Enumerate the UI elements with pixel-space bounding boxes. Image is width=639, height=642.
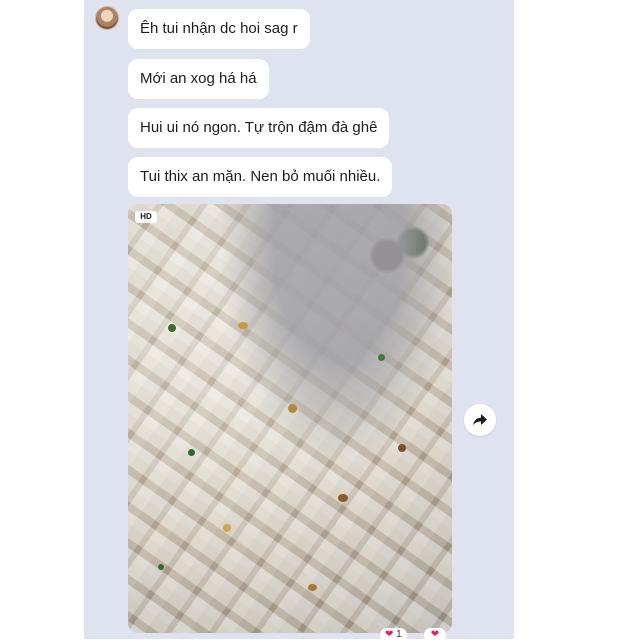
food-photo[interactable] (128, 204, 452, 633)
peanut-speck (238, 322, 248, 329)
heart-icon: ❤ (430, 629, 440, 640)
heart-icon: ❤ (385, 629, 394, 640)
herb-speck (378, 354, 385, 361)
sender-avatar[interactable] (95, 6, 119, 30)
shallot-speck (398, 444, 406, 452)
message-bubble[interactable]: Tui thix an mặn. Nen bỏ muối nhiều. (128, 157, 393, 197)
message-bubble[interactable]: Êh tui nhận dc hoi sag r (128, 9, 310, 49)
shallot-speck (338, 494, 348, 502)
peanut-speck (223, 524, 231, 532)
share-arrow-icon (473, 414, 487, 426)
reaction-chip[interactable]: ❤ (424, 628, 446, 642)
herb-speck (158, 564, 164, 570)
peanut-speck (308, 584, 317, 591)
herb-speck (188, 449, 195, 456)
reaction-count: 1 (396, 629, 402, 640)
share-button[interactable] (464, 404, 496, 436)
message-bubble[interactable]: Hui ui nó ngon. Tự trộn đậm đà ghê (128, 108, 390, 148)
hd-badge: HD (135, 211, 157, 223)
peanut-speck (288, 404, 297, 413)
herb-speck (168, 324, 176, 332)
reaction-chip[interactable]: ❤ 1 (380, 628, 407, 642)
message-bubble[interactable]: Mới an xog há há (128, 59, 269, 99)
